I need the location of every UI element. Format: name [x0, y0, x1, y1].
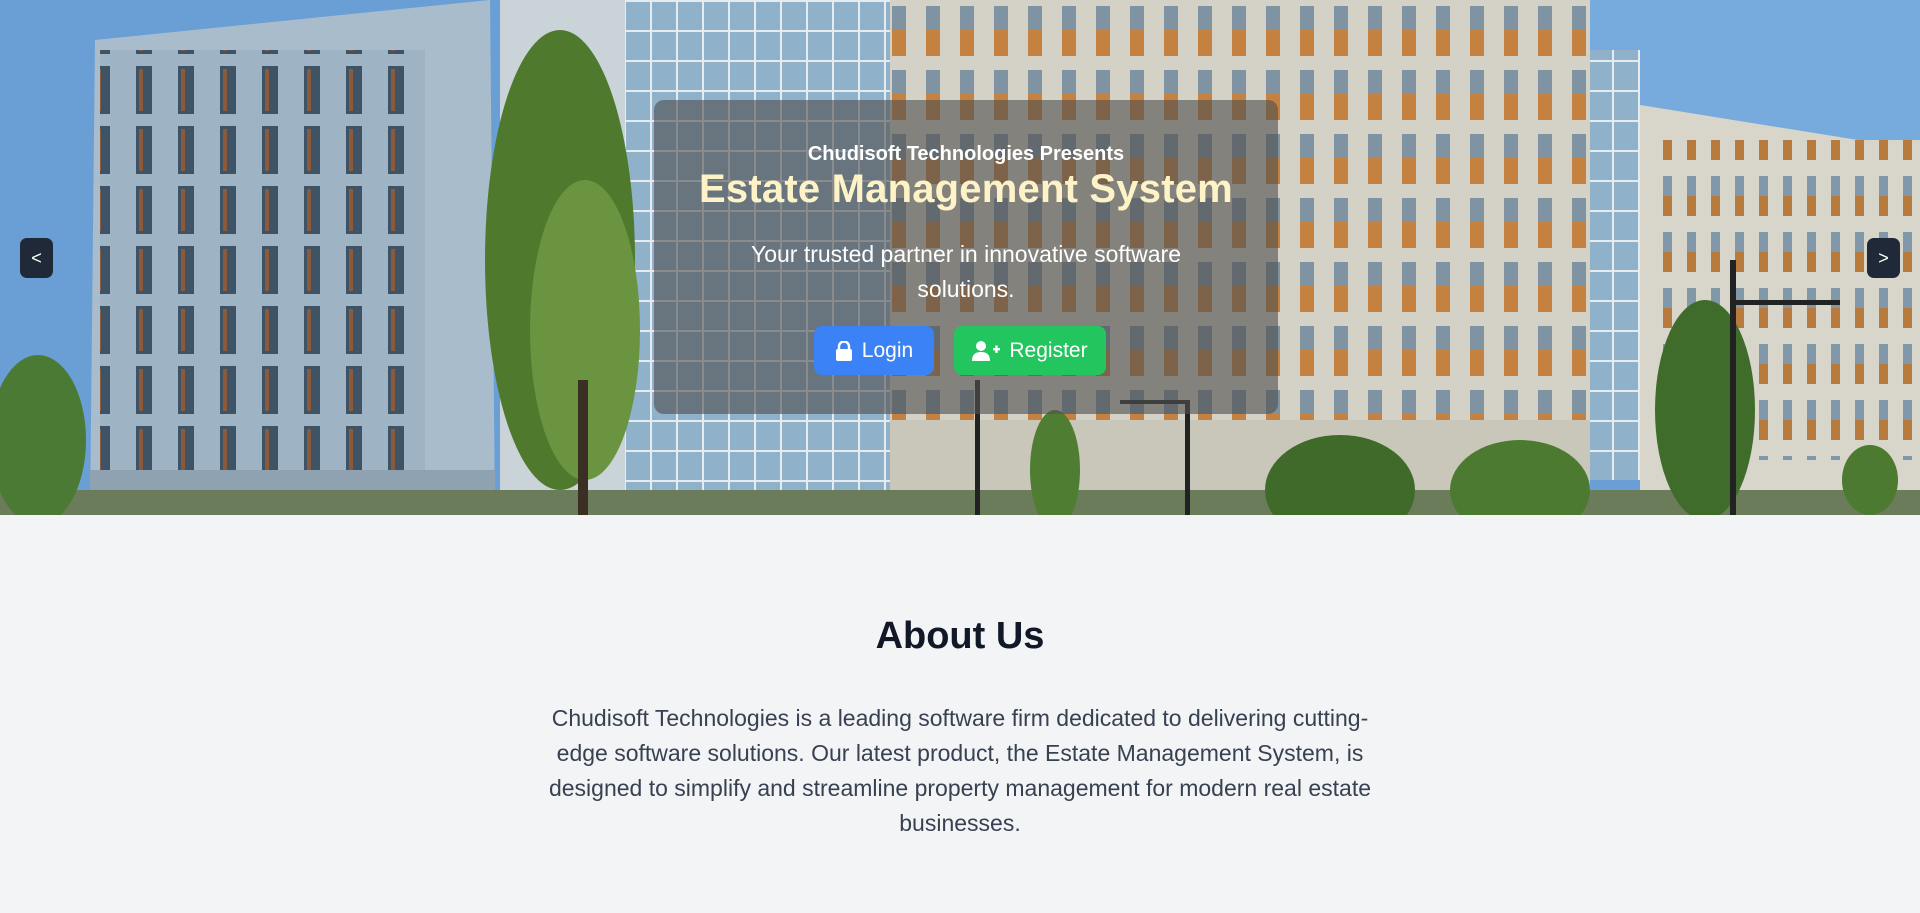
register-button[interactable]: Register	[954, 326, 1106, 375]
register-button-label: Register	[1009, 338, 1088, 362]
hero-carousel: Chudisoft Technologies Presents Estate M…	[0, 0, 1920, 515]
about-description: Chudisoft Technologies is a leading soft…	[548, 705, 1372, 836]
about-title: About Us	[875, 615, 1045, 657]
hero-overlay-card: Chudisoft Technologies Presents Estate M…	[654, 100, 1278, 414]
user-plus-icon	[972, 340, 1001, 361]
login-button-label: Login	[861, 338, 914, 362]
lock-icon	[835, 340, 853, 361]
hero-tagline: Your trusted partner in innovative softw…	[750, 241, 1181, 302]
hero-presents-text: Chudisoft Technologies Presents	[807, 143, 1125, 165]
carousel-prev-button[interactable]: <	[20, 238, 53, 278]
login-button[interactable]: Login	[814, 326, 934, 375]
about-section: About Us Chudisoft Technologies is a lea…	[0, 515, 1920, 913]
hero-title: Estate Management System	[699, 167, 1233, 211]
carousel-next-button[interactable]: >	[1867, 238, 1900, 278]
